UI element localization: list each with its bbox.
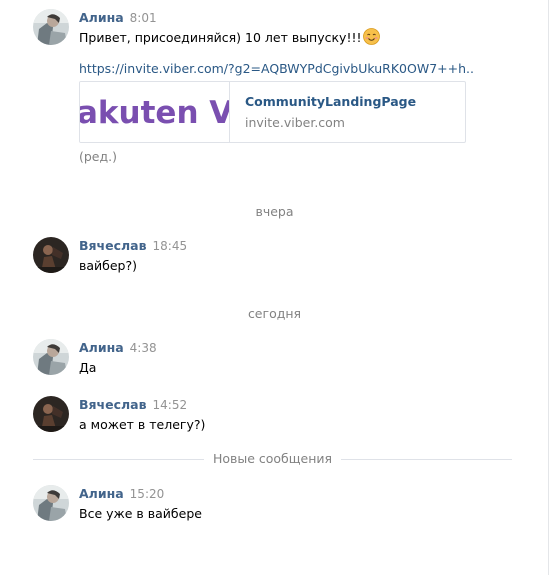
invite-link[interactable]: https://invite.viber.com/?g2=AQBWYPdCgiv… [79, 60, 518, 78]
message-time[interactable]: 15:20 [130, 487, 165, 501]
message-time[interactable]: 18:45 [153, 239, 188, 253]
smiling-face-emoji-icon [363, 28, 381, 45]
avatar[interactable] [33, 485, 69, 521]
author-name[interactable]: Вячеслав [79, 238, 147, 253]
new-messages-label: Новые сообщения [203, 451, 342, 466]
message-text-content: Привет, присоединяйся) 10 лет выпуску!!! [79, 30, 362, 45]
preview-thumbnail[interactable]: akuten Vi [80, 82, 230, 142]
message-time[interactable]: 8:01 [130, 11, 157, 25]
link-preview[interactable]: akuten Vi CommunityLandingPage invite.vi… [79, 81, 466, 143]
message-text: Привет, присоединяйся) 10 лет выпуску!!! [79, 28, 518, 47]
preview-title[interactable]: CommunityLandingPage [245, 93, 416, 111]
message-time[interactable]: 4:38 [130, 341, 157, 355]
author-name[interactable]: Алина [79, 10, 124, 25]
date-separator-today: сегодня [247, 306, 302, 321]
avatar[interactable] [33, 237, 69, 273]
new-messages-separator: Новые сообщения [33, 451, 512, 467]
message-text: Да [79, 360, 97, 375]
author-name[interactable]: Алина [79, 486, 124, 501]
message-text: а может в телегу?) [79, 417, 206, 432]
avatar[interactable] [33, 396, 69, 432]
author-name[interactable]: Алина [79, 340, 124, 355]
edited-mark: (ред.) [79, 149, 117, 164]
author-name[interactable]: Вячеслав [79, 397, 147, 412]
preview-thumb-text: akuten Vi [80, 95, 230, 131]
preview-domain: invite.viber.com [245, 115, 345, 130]
message-text: вайбер?) [79, 258, 137, 273]
avatar[interactable] [33, 9, 69, 45]
message-text: Все уже в вайбере [79, 506, 202, 521]
date-separator-yesterday: вчера [255, 204, 294, 219]
chat-history: Алина 8:01 Привет, присоединяйся) 10 лет … [0, 0, 549, 575]
avatar[interactable] [33, 339, 69, 375]
message-time[interactable]: 14:52 [153, 398, 188, 412]
